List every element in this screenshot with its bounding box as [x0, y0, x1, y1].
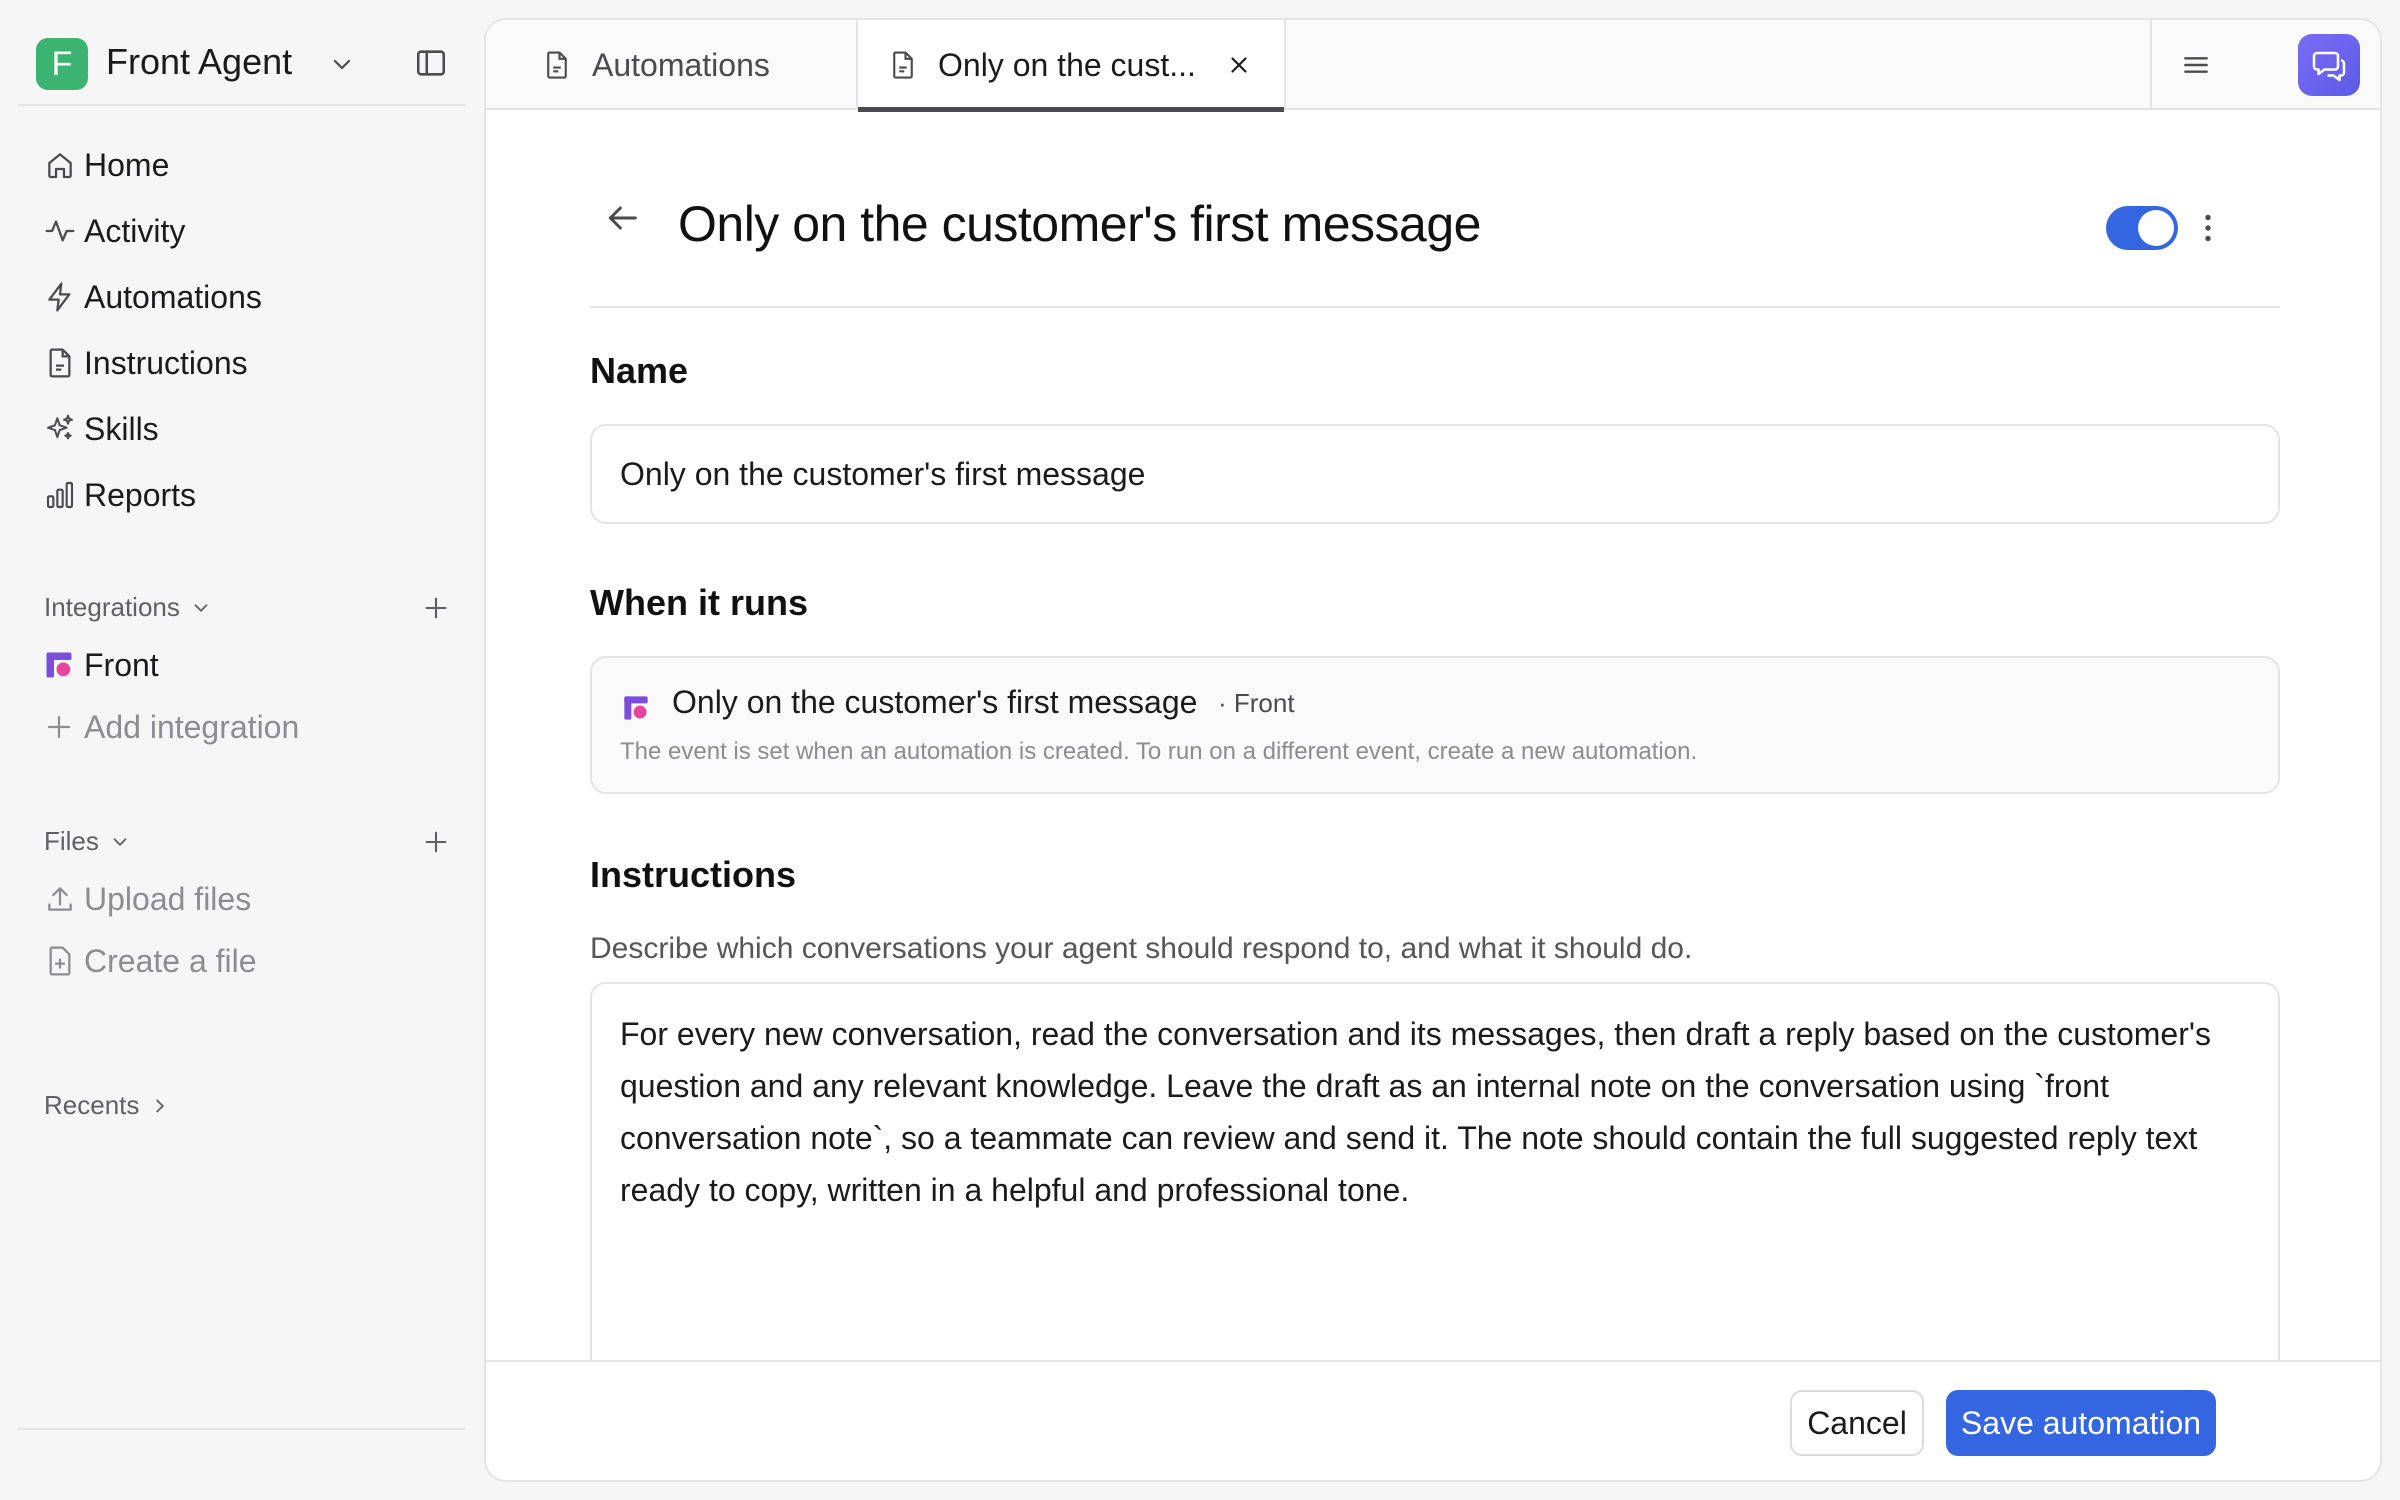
- sidebar-item-label: Instructions: [84, 344, 248, 381]
- when-it-runs-label: When it runs: [590, 582, 808, 623]
- add-file-plus-icon[interactable]: [422, 828, 450, 856]
- sidebar-item-activity[interactable]: Activity: [24, 204, 454, 258]
- front-logo-icon: [24, 650, 84, 680]
- trigger-event-card: Only on the customer's first message · F…: [590, 656, 2280, 794]
- menu-button[interactable]: [2150, 20, 2240, 110]
- automation-enabled-toggle[interactable]: [2106, 206, 2178, 250]
- tab-automations[interactable]: Automations: [486, 20, 858, 110]
- name-input[interactable]: [590, 424, 2280, 524]
- sidebar-item-front[interactable]: Front: [24, 638, 454, 692]
- activity-icon: [24, 215, 84, 247]
- event-description: The event is set when an automation is c…: [620, 738, 1698, 765]
- front-logo-icon: [622, 694, 650, 722]
- upload-files-button[interactable]: Upload files: [24, 872, 251, 926]
- add-integration-button[interactable]: Add integration: [24, 700, 299, 754]
- plus-icon: [24, 712, 84, 742]
- cancel-button[interactable]: Cancel: [1790, 1390, 1924, 1456]
- chevron-down-icon: [190, 597, 212, 619]
- chevron-right-icon: [149, 1095, 171, 1117]
- sidebar-toggle-icon[interactable]: [414, 46, 448, 80]
- document-icon: [542, 50, 572, 80]
- sidebar-item-label: Home: [84, 146, 170, 183]
- sidebar-item-skills[interactable]: Skills: [24, 402, 454, 456]
- tab-current-automation[interactable]: Only on the cust...: [858, 20, 1286, 112]
- create-file-label: Create a file: [84, 942, 257, 979]
- document-icon: [888, 50, 918, 80]
- sidebar-item-home[interactable]: Home: [24, 138, 454, 192]
- hamburger-menu-icon: [2180, 49, 2212, 81]
- chevron-down-icon[interactable]: [330, 52, 354, 76]
- chevron-down-icon: [109, 831, 131, 853]
- section-label: Integrations: [44, 592, 180, 622]
- document-icon: [24, 347, 84, 379]
- workspace-name[interactable]: Front Agent: [106, 40, 292, 84]
- toggle-knob: [2138, 210, 2174, 246]
- close-icon[interactable]: [1226, 52, 1252, 78]
- tab-bar: Automations Only on the cust...: [486, 20, 2380, 112]
- add-integration-plus-icon[interactable]: [422, 594, 450, 622]
- sidebar-item-label: Skills: [84, 410, 159, 447]
- chat-button[interactable]: [2298, 34, 2360, 96]
- name-label: Name: [590, 350, 689, 391]
- sidebar: F Front Agent Home Activity Automations …: [0, 0, 480, 1500]
- sidebar-item-label: Automations: [84, 278, 262, 315]
- more-options-icon[interactable]: [2190, 210, 2226, 246]
- section-label: Files: [44, 826, 99, 856]
- lightning-icon: [24, 281, 84, 313]
- back-arrow-icon[interactable]: [602, 198, 642, 238]
- sidebar-item-label: Front: [84, 646, 159, 683]
- add-integration-label: Add integration: [84, 708, 300, 745]
- page-title: Only on the customer's first message: [678, 196, 1481, 252]
- footer-actions: Cancel Save automation: [486, 1360, 2380, 1480]
- create-file-button[interactable]: Create a file: [24, 934, 257, 988]
- tab-label: Automations: [592, 46, 770, 83]
- upload-files-label: Upload files: [84, 880, 252, 917]
- instructions-textarea[interactable]: For every new conversation, read the con…: [590, 982, 2280, 1402]
- bar-chart-icon: [24, 479, 84, 511]
- integrations-section-toggle[interactable]: Integrations: [44, 592, 212, 623]
- page-header: Only on the customer's first message: [590, 110, 2280, 308]
- sidebar-item-label: Reports: [84, 476, 197, 513]
- sparkle-icon: [24, 413, 84, 445]
- upload-icon: [24, 883, 84, 915]
- file-plus-icon: [24, 945, 84, 977]
- event-title: Only on the customer's first message: [672, 684, 1198, 720]
- home-icon: [24, 149, 84, 181]
- sidebar-item-reports[interactable]: Reports: [24, 468, 454, 522]
- main-panel: Automations Only on the cust... Only on: [484, 18, 2382, 1482]
- recents-section-toggle[interactable]: Recents: [44, 1090, 171, 1121]
- sidebar-item-instructions[interactable]: Instructions: [24, 336, 454, 390]
- sidebar-item-automations[interactable]: Automations: [24, 270, 454, 324]
- workspace-logo: F: [36, 38, 88, 90]
- files-section-toggle[interactable]: Files: [44, 826, 131, 857]
- save-automation-button[interactable]: Save automation: [1946, 1390, 2216, 1456]
- sidebar-item-label: Activity: [84, 212, 186, 249]
- sidebar-divider: [18, 1428, 466, 1430]
- instructions-label: Instructions: [590, 854, 797, 895]
- workspace-header: F Front Agent: [18, 20, 466, 106]
- section-label: Recents: [44, 1090, 140, 1120]
- instructions-description: Describe which conversations your agent …: [590, 932, 1693, 965]
- tab-label: Only on the cust...: [938, 46, 1196, 83]
- chat-bubbles-icon: [2311, 47, 2347, 83]
- event-source: · Front: [1218, 688, 1295, 718]
